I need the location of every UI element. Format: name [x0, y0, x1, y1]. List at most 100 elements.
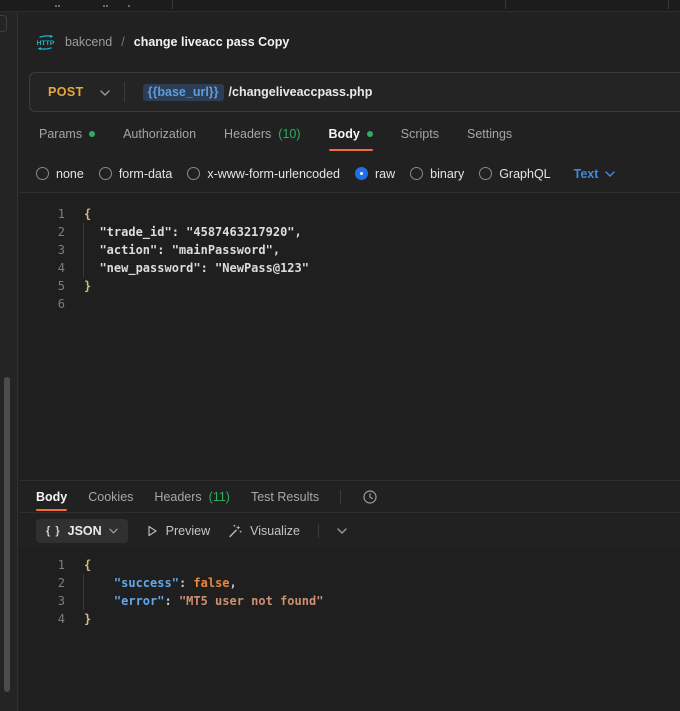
response-format-row: { } JSON Preview Visualize: [19, 513, 680, 548]
code-token: "new_password": "NewPass@123": [85, 261, 309, 275]
code-content: "error": "MT5 user not found": [83, 592, 323, 610]
collapsed-sidebar-strip: [0, 12, 18, 711]
radio-icon: [479, 167, 492, 180]
code-content: "action": "mainPassword",: [83, 241, 280, 259]
raw-language-selector[interactable]: Text: [574, 167, 616, 181]
breadcrumb-request-title[interactable]: change liveacc pass Copy: [134, 35, 290, 49]
response-tab-test-results[interactable]: Test Results: [251, 481, 319, 512]
response-format-label: JSON: [68, 524, 102, 538]
radio-icon: [99, 167, 112, 180]
request-panel: HTTP bakcend / change liveacc pass Copy …: [19, 12, 680, 711]
code-content: }: [84, 277, 91, 295]
environment-variable-chip[interactable]: {{base_url}}: [143, 84, 224, 101]
code-line: 4 "new_password": "NewPass@123": [19, 259, 680, 277]
url-input[interactable]: {{base_url}} /changeliveaccpass.php: [143, 84, 373, 101]
code-token: ,: [230, 576, 237, 590]
response-tab-cookies[interactable]: Cookies: [88, 481, 133, 512]
url-bar-divider: [124, 82, 125, 102]
code-line: 1{: [19, 556, 680, 574]
code-token: {: [84, 558, 91, 572]
vertical-scrollbar-thumb[interactable]: [4, 377, 10, 692]
tab-label: Test Results: [251, 490, 319, 504]
preview-button[interactable]: Preview: [146, 524, 210, 538]
code-line: 6: [19, 295, 680, 313]
request-tab-settings[interactable]: Settings: [467, 112, 512, 155]
request-tab-body[interactable]: Body: [329, 112, 373, 155]
body-mode-graphql[interactable]: GraphQL: [479, 167, 550, 181]
tab-label: Cookies: [88, 490, 133, 504]
http-request-icon: HTTP: [35, 34, 56, 51]
code-token: {: [84, 207, 91, 221]
tabbar-divider: [172, 0, 173, 9]
body-mode-label: binary: [430, 167, 464, 181]
preview-label: Preview: [166, 524, 210, 538]
green-status-dot: [89, 131, 95, 137]
visualize-button[interactable]: Visualize: [228, 524, 300, 538]
body-mode-label: GraphQL: [499, 167, 550, 181]
tabbar-dot: [55, 5, 57, 7]
response-tab-body[interactable]: Body: [36, 481, 67, 512]
tab-count-badge: (11): [209, 490, 230, 504]
history-clock-icon[interactable]: [362, 489, 378, 505]
response-body-viewer[interactable]: 1{2 "success": false,3 "error": "MT5 use…: [19, 548, 680, 711]
code-content: "success": false,: [83, 574, 237, 592]
code-line: 2 "trade_id": "4587463217920",: [19, 223, 680, 241]
code-token: :: [179, 576, 193, 590]
radio-icon: [187, 167, 200, 180]
curly-braces-icon: { }: [46, 525, 61, 537]
tab-label: Headers: [224, 127, 271, 141]
line-number: 6: [19, 295, 65, 313]
line-number: 4: [19, 610, 65, 628]
tab-label: Authorization: [123, 127, 196, 141]
tabbar-dot: [58, 5, 60, 7]
svg-text:HTTP: HTTP: [37, 40, 55, 47]
response-tab-headers[interactable]: Headers (11): [154, 481, 230, 512]
line-number: 1: [19, 205, 65, 223]
tab-label: Scripts: [401, 127, 439, 141]
format-row-divider: [318, 524, 319, 538]
line-number: 4: [19, 259, 65, 277]
tabbar-dot: [106, 5, 108, 7]
body-mode-binary[interactable]: binary: [410, 167, 464, 181]
play-icon: [146, 525, 158, 537]
code-token: [85, 576, 114, 590]
code-token: "MT5 user not found": [179, 594, 324, 608]
breadcrumb-collection[interactable]: bakcend: [65, 35, 112, 49]
code-token: "trade_id": "4587463217920",: [85, 225, 302, 239]
code-line: 3 "error": "MT5 user not found": [19, 592, 680, 610]
breadcrumb-separator: /: [121, 35, 124, 49]
method-chevron-down-icon[interactable]: [100, 90, 110, 96]
request-tabs: Params Authorization Headers (10) Body Script…: [19, 112, 680, 155]
tab-count-badge: (10): [278, 127, 300, 141]
breadcrumb: HTTP bakcend / change liveacc pass Copy: [19, 12, 680, 72]
request-tab-params[interactable]: Params: [39, 112, 95, 155]
code-content: }: [84, 610, 91, 628]
request-body-editor[interactable]: 1 {2 "trade_id": "4587463217920",3 "actio…: [19, 193, 680, 480]
body-mode-row: none form-data x-www-form-urlencoded raw bin…: [19, 155, 680, 192]
body-mode-label: raw: [375, 167, 395, 181]
response-format-selector[interactable]: { } JSON: [36, 519, 128, 543]
request-tab-headers[interactable]: Headers (10): [224, 112, 300, 155]
code-line: 4}: [19, 610, 680, 628]
code-line: 3 "action": "mainPassword",: [19, 241, 680, 259]
code-token: }: [84, 612, 91, 626]
method-selector[interactable]: POST: [30, 85, 84, 99]
url-path[interactable]: /changeliveaccpass.php: [229, 85, 373, 99]
code-content: {: [84, 205, 91, 223]
code-token: [85, 594, 114, 608]
tab-label: Headers: [154, 490, 201, 504]
format-chevron-down-icon: [109, 528, 118, 534]
body-mode-form-data[interactable]: form-data: [99, 167, 173, 181]
request-url-bar: POST {{base_url}} /changeliveaccpass.php: [29, 72, 680, 112]
more-formats-chevron-down-icon[interactable]: [337, 528, 347, 534]
request-tab-authorization[interactable]: Authorization: [123, 112, 196, 155]
body-mode-label: none: [56, 167, 84, 181]
line-number: 2: [19, 574, 65, 592]
response-tabs-divider: [340, 490, 341, 504]
tab-label: Body: [329, 127, 360, 141]
body-mode-x-www-form-urlencoded[interactable]: x-www-form-urlencoded: [187, 167, 340, 181]
body-mode-none[interactable]: none: [36, 167, 84, 181]
request-tab-scripts[interactable]: Scripts: [401, 112, 439, 155]
tab-label: Settings: [467, 127, 512, 141]
body-mode-raw[interactable]: raw: [355, 167, 395, 181]
